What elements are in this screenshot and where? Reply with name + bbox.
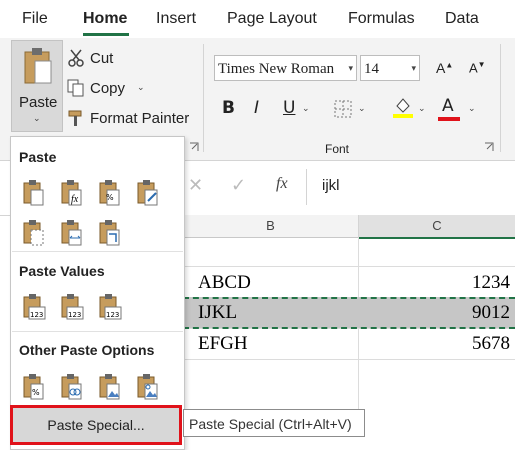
grow-font-button[interactable]: A▲ bbox=[436, 60, 453, 76]
linked-picture-icon[interactable] bbox=[135, 373, 161, 401]
format-painter-icon bbox=[68, 110, 82, 126]
menu-separator bbox=[12, 331, 183, 332]
cell-c2[interactable]: 9012 bbox=[472, 302, 510, 324]
font-name-value: Times New Roman bbox=[218, 61, 335, 77]
copy-button[interactable]: Copy bbox=[90, 80, 125, 97]
paste-label: Paste bbox=[19, 94, 58, 111]
font-size-value: 14 bbox=[364, 61, 379, 77]
paste-options-menu: Paste fx % Paste Values 123 123 123 Othe… bbox=[10, 136, 185, 450]
formula-separator bbox=[306, 169, 307, 205]
tab-home[interactable]: Home bbox=[83, 10, 127, 28]
svg-text:123: 123 bbox=[68, 311, 81, 319]
tab-formulas[interactable]: Formulas bbox=[348, 10, 415, 28]
font-name-dropdown[interactable]: Times New Roman ▾ bbox=[214, 55, 357, 81]
chevron-down-icon[interactable]: ⌄ bbox=[137, 83, 145, 93]
font-color-swatch bbox=[438, 117, 460, 121]
tab-insert[interactable]: Insert bbox=[156, 10, 196, 28]
keep-column-widths-icon[interactable] bbox=[59, 219, 85, 247]
font-color-button[interactable]: A bbox=[442, 96, 454, 116]
paste-values-icon[interactable]: 123 bbox=[21, 293, 47, 321]
shrink-font-button[interactable]: A▼ bbox=[469, 60, 486, 75]
format-painter-button[interactable]: Format Painter bbox=[90, 110, 189, 127]
paste-link-icon[interactable] bbox=[59, 373, 85, 401]
chevron-down-icon[interactable]: ⌄ bbox=[418, 104, 426, 114]
fill-color-icon[interactable] bbox=[393, 96, 413, 118]
chevron-down-icon: ▾ bbox=[411, 64, 416, 74]
copy-marquee-bottom bbox=[183, 327, 515, 329]
tab-file[interactable]: File bbox=[22, 10, 48, 28]
cell-c3[interactable]: 5678 bbox=[472, 333, 510, 355]
svg-text:fx: fx bbox=[71, 194, 79, 205]
column-header-c[interactable]: C bbox=[359, 215, 515, 239]
scissors-icon bbox=[68, 49, 84, 67]
font-size-dropdown[interactable]: 14 ▾ bbox=[360, 55, 420, 81]
paste-special-button[interactable]: Paste Special... bbox=[10, 405, 182, 445]
italic-button[interactable]: I bbox=[254, 98, 259, 118]
svg-text:%: % bbox=[106, 193, 114, 202]
active-tab-indicator bbox=[83, 33, 129, 36]
clipboard-icon bbox=[24, 48, 52, 84]
paste-formulas-number-format-icon[interactable]: % bbox=[97, 179, 123, 207]
row-gridline bbox=[183, 359, 515, 360]
ribbon-tab-bar: File Home Insert Page Layout Formulas Da… bbox=[0, 0, 515, 38]
values-number-format-icon[interactable]: 123 bbox=[59, 293, 85, 321]
column-header-b[interactable]: B bbox=[183, 215, 359, 238]
underline-button[interactable]: U bbox=[283, 98, 295, 118]
paste-section-heading: Paste bbox=[19, 149, 57, 165]
values-source-formatting-icon[interactable]: 123 bbox=[97, 293, 123, 321]
cancel-icon[interactable]: ✕ bbox=[188, 175, 203, 196]
tab-page-layout[interactable]: Page Layout bbox=[227, 10, 317, 28]
chevron-down-icon[interactable]: ⌄ bbox=[468, 104, 476, 114]
borders-icon[interactable] bbox=[334, 100, 352, 118]
chevron-down-icon[interactable]: ⌄ bbox=[302, 104, 310, 114]
paste-special-tooltip: Paste Special (Ctrl+Alt+V) bbox=[183, 409, 365, 437]
dialog-launcher-icon[interactable] bbox=[189, 142, 199, 152]
keep-source-formatting-icon[interactable] bbox=[135, 179, 161, 207]
dialog-launcher-icon[interactable] bbox=[484, 142, 494, 152]
formula-input[interactable]: ijkl bbox=[322, 177, 340, 194]
no-borders-icon[interactable] bbox=[21, 219, 47, 247]
transpose-icon[interactable] bbox=[97, 219, 123, 247]
ribbon-separator bbox=[203, 44, 204, 152]
chevron-down-icon: ⌄ bbox=[33, 114, 41, 124]
svg-text:123: 123 bbox=[30, 311, 43, 319]
paste-formatting-icon[interactable]: % bbox=[21, 373, 47, 401]
cut-button[interactable]: Cut bbox=[90, 50, 113, 67]
paste-button[interactable]: Paste ⌄ bbox=[11, 40, 63, 132]
paste-formulas-icon[interactable]: fx bbox=[59, 179, 85, 207]
svg-text:123: 123 bbox=[106, 311, 119, 319]
cell-b3[interactable]: EFGH bbox=[198, 333, 248, 355]
chevron-down-icon: ▾ bbox=[348, 64, 353, 74]
bold-button[interactable]: B bbox=[222, 98, 235, 118]
copy-icon bbox=[67, 79, 84, 97]
tab-data[interactable]: Data bbox=[445, 10, 479, 28]
enter-icon[interactable]: ✓ bbox=[231, 175, 246, 196]
paste-values-heading: Paste Values bbox=[19, 263, 105, 279]
row-gridline bbox=[183, 266, 515, 267]
cell-b2[interactable]: IJKL bbox=[198, 302, 237, 324]
menu-separator bbox=[12, 251, 183, 252]
other-paste-options-heading: Other Paste Options bbox=[19, 342, 155, 358]
insert-function-icon[interactable]: fx bbox=[276, 175, 288, 193]
paste-picture-icon[interactable] bbox=[97, 373, 123, 401]
cell-c1[interactable]: 1234 bbox=[472, 272, 510, 294]
svg-text:%: % bbox=[32, 388, 40, 397]
copy-marquee-top bbox=[183, 297, 515, 299]
paste-icon[interactable] bbox=[21, 179, 47, 207]
chevron-down-icon[interactable]: ⌄ bbox=[358, 104, 366, 114]
cell-b1[interactable]: ABCD bbox=[198, 272, 251, 294]
ribbon-separator bbox=[500, 44, 501, 152]
font-group-label: Font bbox=[325, 142, 350, 156]
